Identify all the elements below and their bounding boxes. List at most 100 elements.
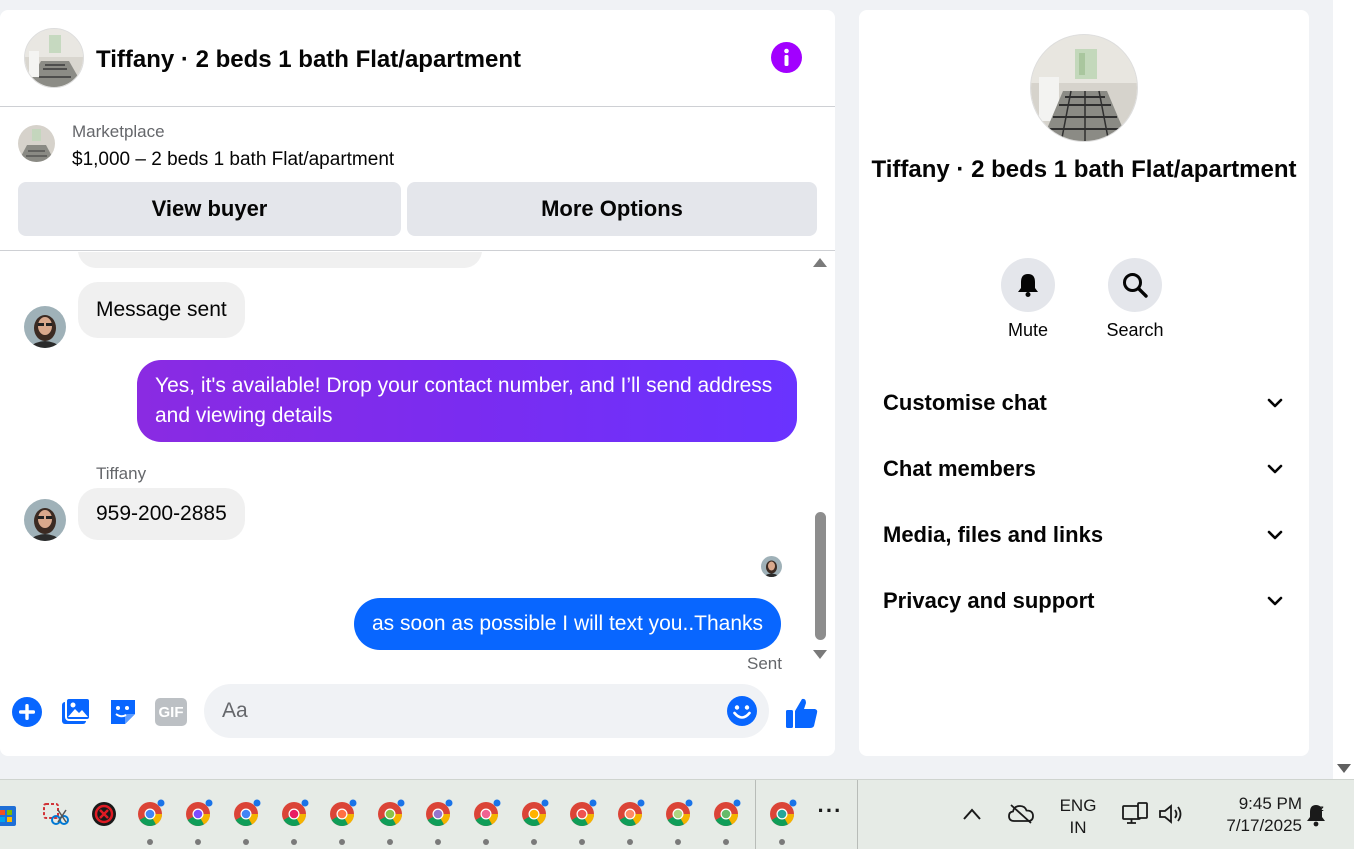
running-indicator [531, 839, 537, 845]
message-status: Sent [747, 654, 782, 673]
listing-photo-large[interactable] [1030, 34, 1138, 142]
search-button[interactable]: Search [1095, 258, 1175, 341]
snipping-tool-icon[interactable] [40, 798, 72, 830]
svg-text:z: z [1319, 804, 1324, 813]
scroll-up-arrow-icon[interactable] [813, 258, 827, 267]
chevron-down-icon [1267, 530, 1283, 540]
info-icon[interactable] [771, 42, 802, 73]
chevron-up-icon[interactable] [961, 806, 983, 822]
message-input[interactable] [204, 684, 769, 738]
taskbar-separator [857, 780, 858, 849]
chrome-icon[interactable] [710, 798, 742, 830]
photo-icon[interactable] [60, 696, 92, 728]
running-indicator [779, 839, 785, 845]
chrome-icon[interactable] [374, 798, 406, 830]
chrome-icon[interactable] [278, 798, 310, 830]
language-code: ENG [1059, 796, 1097, 815]
chrome-icon[interactable] [518, 798, 550, 830]
antivirus-app-icon[interactable] [88, 798, 120, 830]
onedrive-cloud-icon[interactable] [1007, 802, 1035, 826]
chrome-icon[interactable] [614, 798, 646, 830]
clock[interactable]: 9:45 PM 7/17/2025 [1196, 793, 1302, 837]
seen-receipt-avatar [761, 556, 782, 577]
emoji-icon[interactable] [726, 695, 758, 727]
scrollbar-thumb[interactable] [815, 512, 826, 640]
chrome-icon[interactable] [230, 798, 262, 830]
mute-label: Mute [1007, 320, 1049, 340]
chat-header: Tiffany · 2 beds 1 bath Flat/apartment [0, 10, 835, 107]
sender-name: Tiffany [96, 464, 147, 483]
privacy-support-section[interactable]: Privacy and support [883, 581, 1285, 621]
chrome-icon[interactable] [182, 798, 214, 830]
sticker-icon[interactable] [107, 696, 139, 728]
running-indicator [243, 839, 249, 845]
message-list: Message sent Yes, it's available! Drop y… [0, 252, 835, 678]
chrome-icon[interactable] [566, 798, 598, 830]
chrome-icon[interactable] [662, 798, 694, 830]
page-scrollbar[interactable] [1333, 0, 1354, 779]
chrome-icon[interactable] [422, 798, 454, 830]
more-options-button[interactable]: More Options [407, 182, 817, 236]
chrome-icon[interactable] [134, 798, 166, 830]
listing-photo-avatar[interactable] [24, 28, 84, 88]
store-app-icon[interactable] [0, 798, 18, 830]
incoming-message-bubble[interactable]: 959-200-2885 [78, 488, 245, 540]
scroll-down-arrow-icon[interactable] [1337, 764, 1351, 773]
bell-icon [1018, 274, 1038, 297]
chat-title[interactable]: Tiffany · 2 beds 1 bath Flat/apartment [96, 46, 521, 74]
language-indicator[interactable]: ENG IN [1054, 795, 1102, 839]
marketplace-label: Marketplace [72, 122, 165, 141]
media-files-links-section[interactable]: Media, files and links [883, 515, 1285, 555]
outgoing-message-bubble[interactable]: as soon as possible I will text you..Tha… [354, 598, 782, 650]
running-indicator [339, 839, 345, 845]
mute-button[interactable]: Mute [988, 258, 1068, 341]
search-icon [1123, 273, 1148, 298]
outgoing-message-bubble[interactable]: Yes, it's available! Drop your contact n… [137, 360, 797, 442]
contact-avatar[interactable] [24, 499, 66, 541]
section-label: Customise chat [883, 390, 1047, 415]
running-indicator [195, 839, 201, 845]
chrome-icon[interactable] [326, 798, 358, 830]
running-indicator [675, 839, 681, 845]
listing-thumbnail [18, 125, 55, 162]
gif-icon[interactable]: GIF [155, 698, 187, 726]
chevron-down-icon [1267, 464, 1283, 474]
more-apps-overflow-icon[interactable]: ··· [814, 800, 846, 822]
clock-time: 9:45 PM [1238, 794, 1302, 813]
section-label: Chat members [883, 456, 1036, 481]
chevron-down-icon [1267, 398, 1283, 408]
search-label: Search [1106, 320, 1164, 340]
message-scrollbar[interactable] [811, 254, 829, 668]
running-indicator [387, 839, 393, 845]
running-indicator [291, 839, 297, 845]
section-label: Privacy and support [883, 588, 1095, 613]
marketplace-listing-bar: Marketplace $1,000 – 2 beds 1 bath Flat/… [0, 107, 835, 251]
volume-icon[interactable] [1157, 802, 1185, 826]
scroll-down-arrow-icon[interactable] [813, 650, 827, 659]
incoming-message-bubble[interactable]: Message sent [78, 282, 245, 338]
thumbs-up-icon[interactable] [784, 695, 820, 731]
region-code: IN [1069, 818, 1087, 837]
section-label: Media, files and links [883, 522, 1104, 547]
running-indicator [435, 839, 441, 845]
clock-date: 7/17/2025 [1226, 816, 1302, 835]
running-indicator [483, 839, 489, 845]
taskbar-separator [755, 780, 756, 849]
contact-avatar[interactable] [24, 306, 66, 348]
listing-summary[interactable]: $1,000 – 2 beds 1 bath Flat/apartment [72, 149, 394, 171]
customise-chat-section[interactable]: Customise chat [883, 383, 1285, 423]
running-indicator [579, 839, 585, 845]
running-indicator [723, 839, 729, 845]
chrome-icon[interactable] [470, 798, 502, 830]
notification-bell-icon[interactable]: z [1303, 802, 1329, 828]
view-buyer-button[interactable]: View buyer [18, 182, 401, 236]
conversation-title: Tiffany · 2 beds 1 bath Flat/apartment [871, 156, 1297, 183]
network-icon[interactable] [1121, 801, 1149, 827]
chrome-icon[interactable] [766, 798, 798, 830]
running-indicator [147, 839, 153, 845]
running-indicator [627, 839, 633, 845]
chevron-down-icon [1267, 596, 1283, 606]
chat-members-section[interactable]: Chat members [883, 449, 1285, 489]
plus-icon[interactable] [11, 696, 43, 728]
message-composer: GIF [0, 678, 835, 756]
